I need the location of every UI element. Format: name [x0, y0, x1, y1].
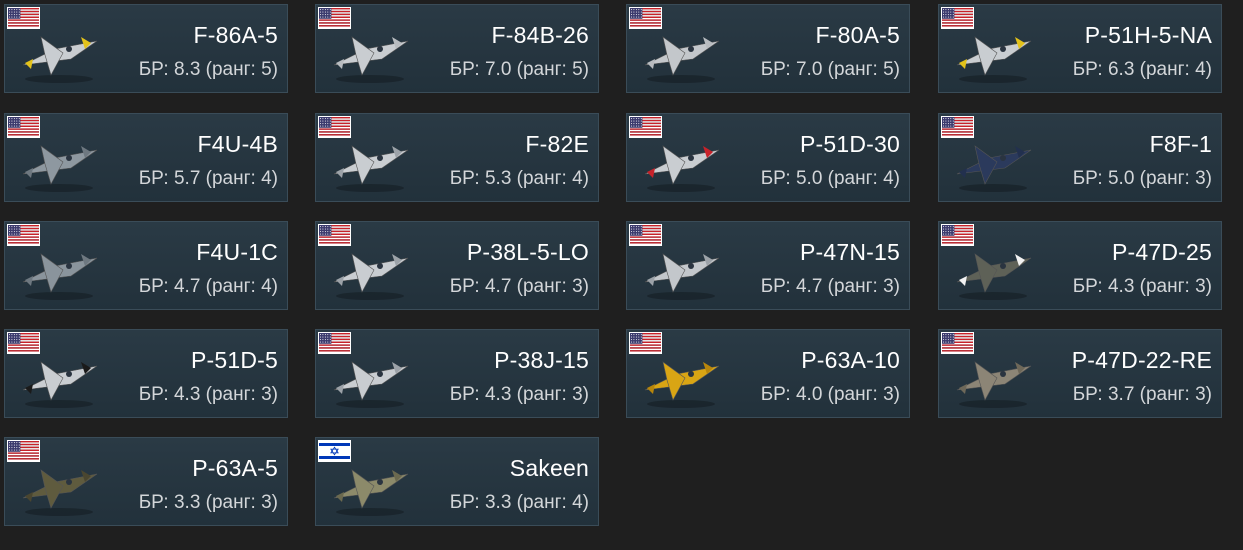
aircraft-name: F8F-1	[1149, 131, 1212, 157]
battle-rating: БР: 5.3 (ранг: 4)	[449, 168, 589, 189]
aircraft-thumbnail-icon	[945, 128, 1041, 196]
aircraft-name: P-47N-15	[799, 239, 900, 265]
usa-flag-icon	[629, 7, 662, 29]
aircraft-card[interactable]: P-47D-22-RE БР: 3.7 (ранг: 3)	[938, 329, 1222, 418]
usa-flag-icon	[7, 7, 40, 29]
usa-flag-icon	[629, 116, 662, 138]
aircraft-thumbnail-icon	[11, 19, 107, 87]
aircraft-card[interactable]: F-80A-5 БР: 7.0 (ранг: 5)	[626, 4, 910, 93]
aircraft-card[interactable]: P-38J-15 БР: 4.3 (ранг: 3)	[315, 329, 599, 418]
usa-flag-icon	[629, 332, 662, 354]
aircraft-card[interactable]: F-82E БР: 5.3 (ранг: 4)	[315, 113, 599, 202]
aircraft-name: P-63A-5	[192, 455, 278, 481]
aircraft-name: P-47D-22-RE	[1071, 347, 1212, 373]
usa-flag-icon	[318, 116, 351, 138]
battle-rating: БР: 4.3 (ранг: 3)	[138, 384, 278, 405]
aircraft-name: F4U-1C	[196, 239, 278, 265]
aircraft-thumbnail-icon	[11, 452, 107, 520]
usa-flag-icon	[941, 116, 974, 138]
battle-rating: БР: 4.3 (ранг: 3)	[1072, 276, 1212, 297]
usa-flag-icon	[941, 7, 974, 29]
battle-rating: БР: 4.7 (ранг: 4)	[138, 276, 278, 297]
aircraft-card[interactable]: P-63A-10 БР: 4.0 (ранг: 3)	[626, 329, 910, 418]
aircraft-card[interactable]: P-47N-15 БР: 4.7 (ранг: 3)	[626, 221, 910, 310]
aircraft-name: Sakeen	[509, 455, 589, 481]
battle-rating: БР: 4.7 (ранг: 3)	[760, 276, 900, 297]
aircraft-thumbnail-icon	[945, 19, 1041, 87]
battle-rating: БР: 5.7 (ранг: 4)	[138, 168, 278, 189]
israel-flag-icon	[318, 440, 351, 462]
battle-rating: БР: 5.0 (ранг: 4)	[760, 168, 900, 189]
usa-flag-icon	[318, 224, 351, 246]
aircraft-card[interactable]: Sakeen БР: 3.3 (ранг: 4)	[315, 437, 599, 526]
battle-rating: БР: 4.3 (ранг: 3)	[449, 384, 589, 405]
aircraft-card[interactable]: P-51H-5-NA БР: 6.3 (ранг: 4)	[938, 4, 1222, 93]
aircraft-name: F-84B-26	[491, 22, 589, 48]
aircraft-card[interactable]: F4U-1C БР: 4.7 (ранг: 4)	[4, 221, 288, 310]
aircraft-thumbnail-icon	[322, 128, 418, 196]
aircraft-thumbnail-icon	[633, 19, 729, 87]
aircraft-card[interactable]: P-63A-5 БР: 3.3 (ранг: 3)	[4, 437, 288, 526]
battle-rating: БР: 3.3 (ранг: 4)	[449, 492, 589, 513]
usa-flag-icon	[629, 224, 662, 246]
usa-flag-icon	[941, 224, 974, 246]
aircraft-name: P-38J-15	[494, 347, 589, 373]
aircraft-name: F4U-4B	[197, 131, 278, 157]
aircraft-card[interactable]: F-84B-26 БР: 7.0 (ранг: 5)	[315, 4, 599, 93]
battle-rating: БР: 4.7 (ранг: 3)	[449, 276, 589, 297]
aircraft-thumbnail-icon	[322, 344, 418, 412]
aircraft-thumbnail-icon	[322, 236, 418, 304]
aircraft-card[interactable]: F-86A-5 БР: 8.3 (ранг: 5)	[4, 4, 288, 93]
aircraft-grid: F-86A-5 БР: 8.3 (ранг: 5) F-84B-26 БР: 7.0 …	[0, 0, 1243, 550]
battle-rating: БР: 7.0 (ранг: 5)	[449, 59, 589, 80]
aircraft-thumbnail-icon	[633, 344, 729, 412]
aircraft-thumbnail-icon	[322, 19, 418, 87]
aircraft-card[interactable]: P-47D-25 БР: 4.3 (ранг: 3)	[938, 221, 1222, 310]
aircraft-thumbnail-icon	[11, 128, 107, 196]
aircraft-thumbnail-icon	[11, 236, 107, 304]
usa-flag-icon	[318, 7, 351, 29]
battle-rating: БР: 5.0 (ранг: 3)	[1072, 168, 1212, 189]
battle-rating: БР: 4.0 (ранг: 3)	[760, 384, 900, 405]
aircraft-name: F-80A-5	[815, 22, 900, 48]
usa-flag-icon	[7, 116, 40, 138]
battle-rating: БР: 6.3 (ранг: 4)	[1072, 59, 1212, 80]
aircraft-thumbnail-icon	[945, 344, 1041, 412]
aircraft-name: P-47D-25	[1111, 239, 1212, 265]
usa-flag-icon	[7, 440, 40, 462]
aircraft-card[interactable]: P-51D-30 БР: 5.0 (ранг: 4)	[626, 113, 910, 202]
usa-flag-icon	[318, 332, 351, 354]
aircraft-thumbnail-icon	[322, 452, 418, 520]
usa-flag-icon	[7, 332, 40, 354]
aircraft-name: P-38L-5-LO	[466, 239, 589, 265]
battle-rating: БР: 3.7 (ранг: 3)	[1072, 384, 1212, 405]
aircraft-thumbnail-icon	[945, 236, 1041, 304]
aircraft-card[interactable]: P-38L-5-LO БР: 4.7 (ранг: 3)	[315, 221, 599, 310]
aircraft-name: P-51H-5-NA	[1084, 22, 1212, 48]
aircraft-name: F-86A-5	[193, 22, 278, 48]
aircraft-thumbnail-icon	[633, 128, 729, 196]
aircraft-card[interactable]: P-51D-5 БР: 4.3 (ранг: 3)	[4, 329, 288, 418]
usa-flag-icon	[7, 224, 40, 246]
aircraft-name: F-82E	[525, 131, 589, 157]
aircraft-name: P-63A-10	[801, 347, 900, 373]
aircraft-name: P-51D-5	[190, 347, 278, 373]
aircraft-name: P-51D-30	[799, 131, 900, 157]
battle-rating: БР: 8.3 (ранг: 5)	[138, 59, 278, 80]
aircraft-thumbnail-icon	[11, 344, 107, 412]
battle-rating: БР: 7.0 (ранг: 5)	[760, 59, 900, 80]
usa-flag-icon	[941, 332, 974, 354]
aircraft-card[interactable]: F4U-4B БР: 5.7 (ранг: 4)	[4, 113, 288, 202]
aircraft-thumbnail-icon	[633, 236, 729, 304]
battle-rating: БР: 3.3 (ранг: 3)	[138, 492, 278, 513]
aircraft-card[interactable]: F8F-1 БР: 5.0 (ранг: 3)	[938, 113, 1222, 202]
